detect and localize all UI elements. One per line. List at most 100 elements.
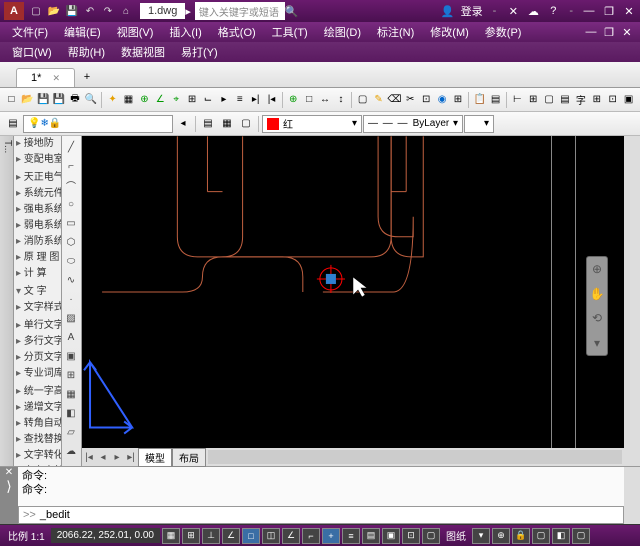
tree-item[interactable]: ▸ 文字转化 [14,448,61,464]
command-grip-icon[interactable]: ⟩ [6,478,11,495]
viewcube-menu-icon[interactable]: ▾ [587,331,607,356]
menu-file[interactable]: 文件(F) [6,22,54,42]
ortho-button[interactable]: ⊕ [137,91,152,109]
lwt-toggle[interactable]: ≡ [342,528,360,544]
document-name-tab[interactable]: 1.dwg [140,3,185,19]
pline-tool[interactable]: ⌐ [62,157,80,175]
dyn-button[interactable]: ▸ [216,91,231,109]
hatch-tool[interactable]: ▨ [62,309,80,327]
layer-tool3-button[interactable]: ▢ [237,115,255,133]
qp-toggle[interactable]: ▣ [382,528,400,544]
menu-params[interactable]: 参数(P) [479,22,528,42]
layer-state-combo[interactable]: 💡❄🔒 [23,115,173,133]
layer-tool1-button[interactable]: ▤ [199,115,217,133]
menu-tools[interactable]: 工具(T) [266,22,314,42]
redo-icon[interactable]: ↷ [100,3,116,19]
menu-edit[interactable]: 编辑(E) [58,22,107,42]
osnap-button[interactable]: ⌖ [169,91,184,109]
orbit-icon[interactable]: ⟲ [587,306,607,331]
osnap-toggle[interactable]: □ [242,528,260,544]
side-panel-title[interactable]: T... [0,136,14,466]
doc-tab-close-icon[interactable]: ✕ [52,73,60,83]
pan-icon[interactable]: ✋ [587,282,607,307]
login-link[interactable]: 登录 [461,3,483,19]
tree-item[interactable]: ▸ 专业词库 [14,366,61,382]
tpy-toggle[interactable]: ▤ [362,528,380,544]
tool3-button[interactable]: ⊕ [286,91,301,109]
menu-modify[interactable]: 修改(M) [424,22,475,42]
save-button[interactable]: 💾 [36,91,51,109]
tab-prev-icon[interactable]: ◂ [96,450,110,464]
osnap3d-toggle[interactable]: ◫ [262,528,280,544]
tool4-button[interactable]: □ [302,91,317,109]
model-tab[interactable]: 模型 [138,448,172,467]
tool20-button[interactable]: 字 [573,91,588,109]
layer-tool2-button[interactable]: ▦ [218,115,236,133]
lwt-button[interactable]: ≡ [232,91,247,109]
polygon-tool[interactable]: ⬡ [62,233,80,251]
iso-toggle[interactable]: ◧ [552,528,570,544]
circle-tool[interactable]: ○ [62,195,80,213]
tool6-button[interactable]: ↕ [333,91,348,109]
snap-button[interactable]: ✦ [105,91,120,109]
polar-toggle[interactable]: ∠ [222,528,240,544]
doc-tab-active[interactable]: 1* ✕ [16,68,75,87]
ducs-toggle[interactable]: ⌐ [302,528,320,544]
arc-tool[interactable]: ⌒ [62,176,80,194]
tool12-button[interactable]: ◉ [435,91,450,109]
tool19-button[interactable]: ▤ [558,91,573,109]
polar-button[interactable]: ∠ [153,91,168,109]
tree-item[interactable]: ▸ 强电系统 [14,202,61,218]
tool9-button[interactable]: ⌫ [387,91,402,109]
command-input[interactable]: >> _bedit [18,506,624,524]
menu-view[interactable]: 视图(V) [111,22,160,42]
search-icon[interactable]: 🔍 [285,5,299,18]
tool11-button[interactable]: ⊡ [419,91,434,109]
command-close-icon[interactable]: ✕ [5,467,13,478]
menu-draw[interactable]: 绘图(D) [318,22,367,42]
open-icon[interactable]: 📂 [46,3,62,19]
tree-item[interactable]: ▸ 递增文字 [14,400,61,416]
user-icon[interactable]: 👤 [441,4,455,18]
am-toggle[interactable]: ▢ [422,528,440,544]
command-handle[interactable]: ✕ ⟩ [0,467,18,524]
tree-item[interactable]: ▸ 查找替换 [14,432,61,448]
tool21-button[interactable]: ⊞ [589,91,604,109]
snap-toggle[interactable]: ▦ [162,528,180,544]
tool15-button[interactable]: ▤ [488,91,503,109]
tool8-button[interactable]: ✎ [371,91,386,109]
layer-prev-button[interactable]: ◂ [174,115,192,133]
layout-tab[interactable]: 布局 [172,448,206,467]
region-tool[interactable]: ◧ [62,404,80,422]
ortho-toggle[interactable]: ⊥ [202,528,220,544]
preview-button[interactable]: 🔍 [83,91,98,109]
menu-dataview[interactable]: 数据视图 [115,42,171,62]
menu-window[interactable]: 窗口(W) [6,42,58,62]
menu-help[interactable]: 帮助(H) [62,42,111,62]
tree-item[interactable]: ▸ 弱电系统 [14,218,61,234]
zoom-extents-icon[interactable]: ⊕ [587,257,607,282]
tree-item[interactable]: ▸ 文字样式 [14,300,61,316]
doc-restore-icon[interactable]: ❐ [602,25,616,39]
ws-toggle[interactable]: ⊕ [492,528,510,544]
dyn-toggle[interactable]: + [322,528,340,544]
grid-toggle[interactable]: ⊞ [182,528,200,544]
tree-item[interactable]: ▸ 系统元件 [14,186,61,202]
open-button[interactable]: 📂 [20,91,35,109]
revcloud-tool[interactable]: ☁ [62,442,80,460]
table-tool[interactable]: ▦ [62,385,80,403]
cloud-icon[interactable]: ☁ [526,4,540,18]
saveas-button[interactable]: 💾 [52,91,67,109]
horizontal-scrollbar[interactable] [208,450,622,464]
undo-icon[interactable]: ↶ [82,3,98,19]
command-scrollbar[interactable] [624,467,640,524]
block-tool[interactable]: ▣ [62,347,80,365]
tool5-button[interactable]: ↔ [318,91,333,109]
tool23-button[interactable]: ▣ [621,91,636,109]
tree-item[interactable]: ▾ 文 字 [14,284,61,300]
restore-icon[interactable]: ❐ [602,4,616,18]
tool10-button[interactable]: ✂ [403,91,418,109]
point-tool[interactable]: · [62,290,80,308]
chevron-right-icon[interactable]: ▸ [185,5,191,18]
tab-last-icon[interactable]: ▸| [124,450,138,464]
